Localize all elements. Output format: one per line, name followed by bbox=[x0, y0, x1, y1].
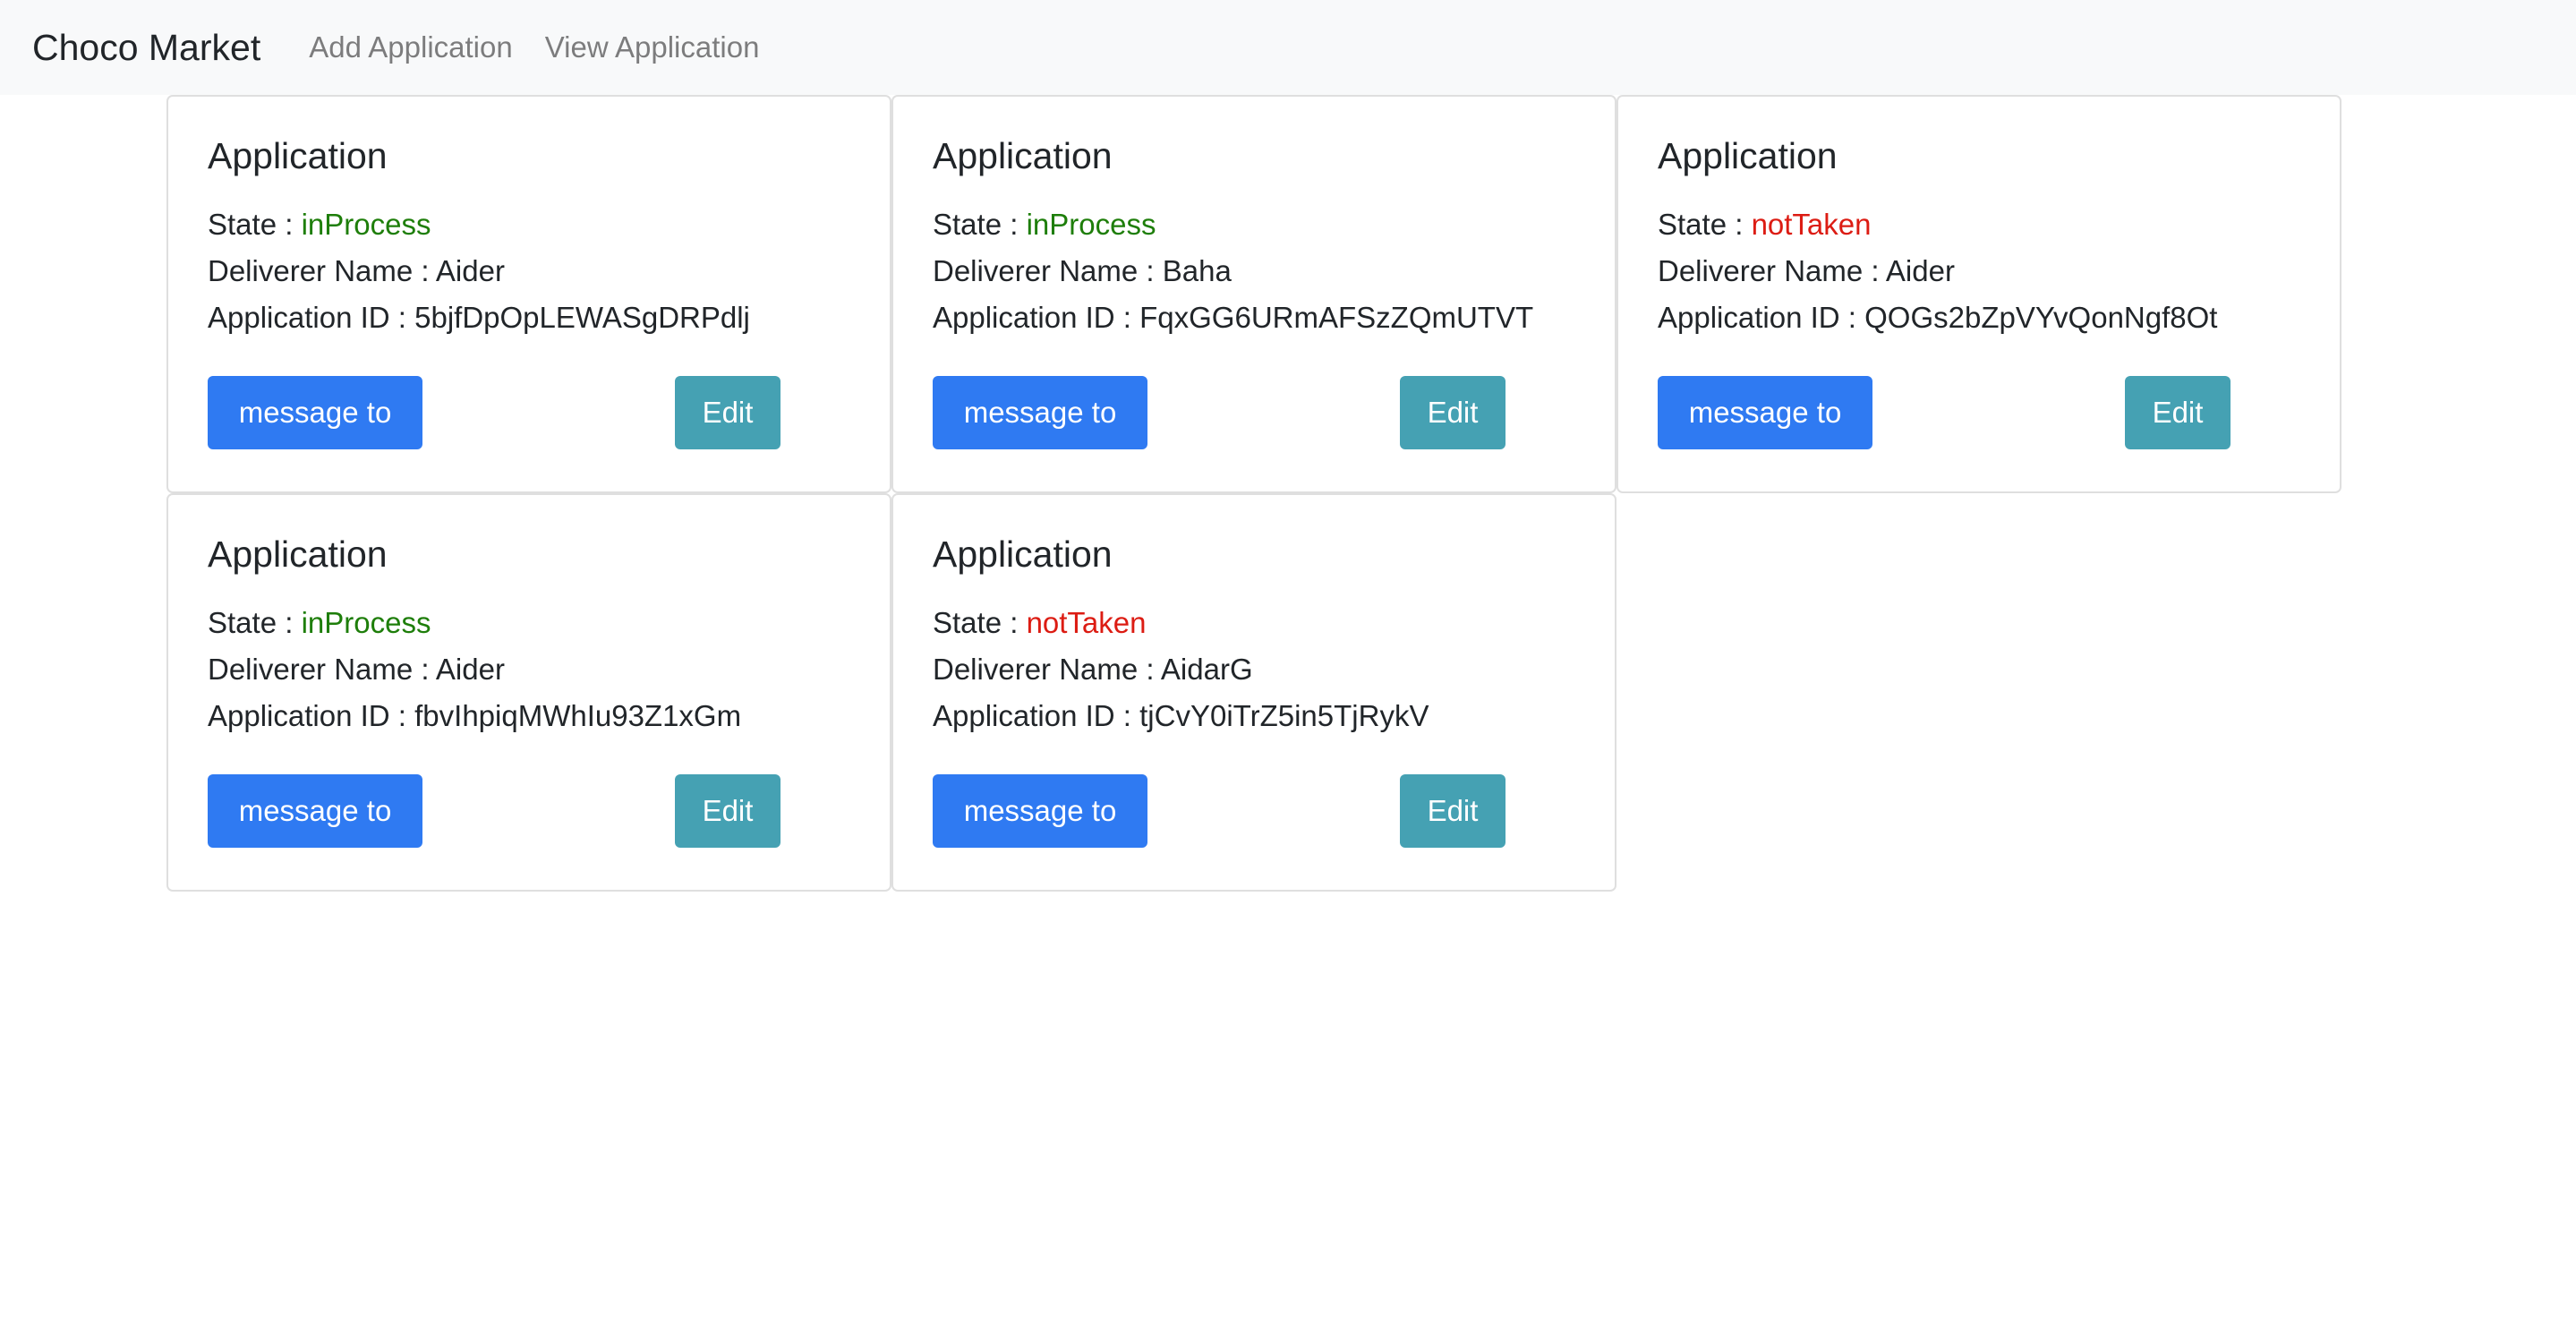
state-label: State : bbox=[1658, 208, 1752, 242]
deliverer-value: Aider bbox=[1885, 254, 1955, 288]
deliverer-row: Deliverer Name : Baha bbox=[933, 248, 1575, 295]
application-card: Application State : inProcess Deliverer … bbox=[166, 493, 891, 892]
card-title: Application bbox=[1658, 135, 1838, 176]
nav-link-view-application[interactable]: View Application bbox=[545, 30, 760, 64]
state-row: State : inProcess bbox=[208, 201, 850, 248]
deliverer-label: Deliverer Name : bbox=[933, 653, 1161, 687]
nav-link-add-application[interactable]: Add Application bbox=[309, 30, 513, 64]
app-id-row: Application ID : 5bjfDpOpLEWASgDRPdlj bbox=[208, 295, 850, 341]
message-to-button[interactable]: message to bbox=[933, 376, 1147, 449]
app-id-value: fbvIhpiqMWhIu93Z1xGm bbox=[414, 699, 742, 733]
deliverer-value: Baha bbox=[1162, 254, 1232, 288]
message-to-button[interactable]: message to bbox=[933, 774, 1147, 848]
state-row: State : inProcess bbox=[933, 201, 1575, 248]
card-title: Application bbox=[208, 135, 388, 176]
edit-button[interactable]: Edit bbox=[675, 774, 780, 848]
state-label: State : bbox=[933, 208, 1027, 242]
card-title: Application bbox=[208, 534, 388, 575]
deliverer-label: Deliverer Name : bbox=[1658, 254, 1886, 288]
application-card: Application State : notTaken Deliverer N… bbox=[891, 493, 1616, 892]
state-value: notTaken bbox=[1026, 606, 1147, 640]
app-id-row: Application ID : FqxGG6URmAFSzZQmUTVT bbox=[933, 295, 1575, 341]
deliverer-row: Deliverer Name : Aider bbox=[208, 646, 850, 693]
brand-link[interactable]: Choco Market bbox=[32, 27, 260, 69]
edit-button[interactable]: Edit bbox=[1400, 774, 1506, 848]
deliverer-label: Deliverer Name : bbox=[208, 653, 436, 687]
application-card: Application State : notTaken Deliverer N… bbox=[1616, 95, 2341, 493]
deliverer-row: Deliverer Name : Aider bbox=[208, 248, 850, 295]
deliverer-label: Deliverer Name : bbox=[208, 254, 436, 288]
state-value: inProcess bbox=[1026, 208, 1156, 242]
deliverer-row: Deliverer Name : Aider bbox=[1658, 248, 2300, 295]
message-to-button[interactable]: message to bbox=[1658, 376, 1872, 449]
app-id-row: Application ID : fbvIhpiqMWhIu93Z1xGm bbox=[208, 693, 850, 739]
app-id-label: Application ID : bbox=[208, 699, 415, 733]
app-id-row: Application ID : tjCvY0iTrZ5in5TjRykV bbox=[933, 693, 1575, 739]
applications-grid: Application State : inProcess Deliverer … bbox=[166, 95, 2341, 892]
state-row: State : notTaken bbox=[1658, 201, 2300, 248]
state-value: inProcess bbox=[301, 208, 431, 242]
app-id-row: Application ID : QOGs2bZpVYvQonNgf8Ot bbox=[1658, 295, 2300, 341]
application-card: Application State : inProcess Deliverer … bbox=[166, 95, 891, 493]
application-card: Application State : inProcess Deliverer … bbox=[891, 95, 1616, 493]
app-id-value: tjCvY0iTrZ5in5TjRykV bbox=[1139, 699, 1429, 733]
app-id-value: QOGs2bZpVYvQonNgf8Ot bbox=[1864, 301, 2218, 335]
message-to-button[interactable]: message to bbox=[208, 376, 422, 449]
state-row: State : notTaken bbox=[933, 600, 1575, 646]
deliverer-value: Aider bbox=[435, 653, 505, 687]
edit-button[interactable]: Edit bbox=[2125, 376, 2231, 449]
app-id-label: Application ID : bbox=[1658, 301, 1865, 335]
card-title: Application bbox=[933, 534, 1113, 575]
card-actions: message to Edit bbox=[1658, 376, 2300, 449]
app-id-label: Application ID : bbox=[933, 699, 1140, 733]
state-label: State : bbox=[208, 606, 302, 640]
app-id-value: FqxGG6URmAFSzZQmUTVT bbox=[1139, 301, 1534, 335]
app-id-label: Application ID : bbox=[208, 301, 415, 335]
deliverer-row: Deliverer Name : AidarG bbox=[933, 646, 1575, 693]
card-actions: message to Edit bbox=[208, 774, 850, 848]
state-row: State : inProcess bbox=[208, 600, 850, 646]
message-to-button[interactable]: message to bbox=[208, 774, 422, 848]
state-value: notTaken bbox=[1751, 208, 1872, 242]
deliverer-label: Deliverer Name : bbox=[933, 254, 1163, 288]
state-value: inProcess bbox=[301, 606, 431, 640]
app-id-value: 5bjfDpOpLEWASgDRPdlj bbox=[414, 301, 750, 335]
state-label: State : bbox=[933, 606, 1027, 640]
app-id-label: Application ID : bbox=[933, 301, 1140, 335]
card-actions: message to Edit bbox=[933, 774, 1575, 848]
card-actions: message to Edit bbox=[208, 376, 850, 449]
deliverer-value: Aider bbox=[435, 254, 505, 288]
edit-button[interactable]: Edit bbox=[1400, 376, 1506, 449]
card-title: Application bbox=[933, 135, 1113, 176]
navbar: Choco Market Add Application View Applic… bbox=[0, 0, 2576, 95]
state-label: State : bbox=[208, 208, 302, 242]
edit-button[interactable]: Edit bbox=[675, 376, 780, 449]
deliverer-value: AidarG bbox=[1160, 653, 1253, 687]
card-actions: message to Edit bbox=[933, 376, 1575, 449]
